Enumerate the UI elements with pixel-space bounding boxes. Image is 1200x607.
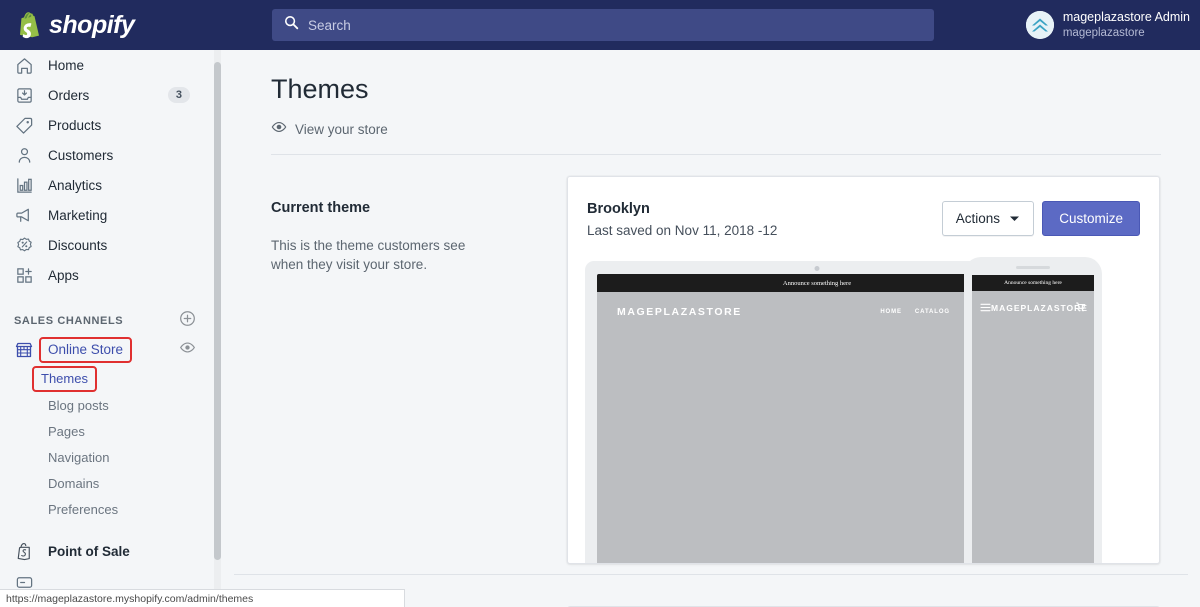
customize-button[interactable]: Customize: [1042, 201, 1140, 236]
user-name: mageplazastore Admin: [1062, 10, 1190, 24]
main-content: Themes View your store Current theme Thi…: [222, 50, 1200, 607]
themes-highlight: Themes: [32, 366, 97, 392]
sidebar: Home Orders 3 Products Customers Analyti…: [0, 50, 218, 607]
sidebar-subitem-label: Preferences: [48, 501, 119, 517]
current-theme-description: This is the theme customers see when the…: [271, 238, 466, 273]
shopify-bag-icon: [14, 541, 34, 561]
megaphone-icon: [14, 205, 34, 225]
preview-nav-home: HOME: [880, 309, 902, 315]
current-theme-card: Brooklyn Last saved on Nov 11, 2018 -12 …: [567, 176, 1160, 564]
sidebar-item-themes[interactable]: Themes: [0, 366, 218, 392]
view-your-store-label: View your store: [295, 122, 388, 137]
header-divider: [271, 154, 1161, 155]
sidebar-item-marketing[interactable]: Marketing: [0, 200, 218, 230]
mobile-preview-screen: Announce something here MAGEPLAZASTORE: [972, 275, 1094, 563]
avatar: [1025, 11, 1054, 39]
sidebar-item-label: Customers: [48, 147, 114, 163]
browser-status-bar: https://mageplazastore.myshopify.com/adm…: [0, 589, 405, 607]
eye-icon: [271, 119, 287, 140]
sidebar-subitem-label: Domains: [48, 475, 100, 491]
top-bar: shopify Search mageplazastore Admin mage…: [0, 0, 1200, 50]
sidebar-subitem-label: Navigation: [48, 449, 110, 465]
sidebar-item-analytics[interactable]: Analytics: [0, 170, 218, 200]
home-icon: [14, 55, 34, 75]
online-store-highlight: Online Store: [38, 337, 133, 363]
sidebar-item-orders[interactable]: Orders 3: [0, 80, 218, 110]
eye-icon[interactable]: [179, 339, 196, 361]
status-bar-url: https://mageplazastore.myshopify.com/adm…: [6, 592, 254, 605]
sidebar-item-customers[interactable]: Customers: [0, 140, 218, 170]
user-store-name: mageplazastore: [1062, 26, 1145, 39]
percent-badge-icon: [14, 235, 34, 255]
sidebar-item-point-of-sale[interactable]: Point of Sale: [0, 534, 218, 568]
phone-speaker-icon: [1016, 266, 1050, 269]
mobile-announcement-bar: Announce something here: [972, 275, 1094, 291]
chevron-down-icon: [1009, 210, 1020, 228]
mobile-site-header: MAGEPLAZASTORE: [972, 291, 1094, 325]
sidebar-item-label: Home: [48, 57, 85, 73]
sidebar-subitem-label: Themes: [41, 371, 88, 386]
sidebar-item-domains[interactable]: Domains: [0, 470, 218, 496]
sidebar-subitem-label: Blog posts: [48, 397, 109, 413]
person-icon: [14, 145, 34, 165]
cart-icon: [1075, 299, 1086, 317]
sidebar-item-label: Analytics: [48, 177, 103, 193]
search-placeholder: Search: [308, 17, 351, 33]
sidebar-item-label: Products: [48, 117, 102, 133]
sidebar-item-label: Apps: [48, 267, 79, 283]
mobile-preview-mockup[interactable]: Announce something here MAGEPLAZASTORE: [964, 257, 1102, 563]
sidebar-item-discounts[interactable]: Discounts: [0, 230, 218, 260]
page-title: Themes: [271, 74, 369, 104]
sidebar-item-home[interactable]: Home: [0, 50, 218, 80]
apps-grid-icon: [14, 265, 34, 285]
sales-channels-title: SALES CHANNELS: [14, 315, 124, 327]
sidebar-item-apps[interactable]: Apps: [0, 260, 218, 290]
sidebar-item-label: Point of Sale: [48, 543, 130, 559]
sidebar-scrollbar-thumb[interactable]: [214, 62, 221, 560]
customize-button-label: Customize: [1059, 211, 1123, 226]
sidebar-item-products[interactable]: Products: [0, 110, 218, 140]
storefront-icon: [14, 340, 34, 360]
sidebar-item-preferences[interactable]: Preferences: [0, 496, 218, 522]
sales-channels-header: SALES CHANNELS: [0, 308, 218, 334]
theme-preview: Announce something here MAGEPLAZASTORE H…: [568, 257, 1159, 563]
orders-inbox-icon: [14, 85, 34, 105]
bar-chart-icon: [14, 175, 34, 195]
sidebar-item-blog-posts[interactable]: Blog posts: [0, 392, 218, 418]
mobile-store-logo: MAGEPLAZASTORE: [991, 303, 1088, 313]
webcam-icon: [814, 266, 820, 271]
search-icon: [284, 15, 299, 35]
orders-badge: 3: [167, 87, 190, 103]
search-input[interactable]: Search: [272, 9, 934, 41]
actions-button[interactable]: Actions: [941, 201, 1034, 236]
sidebar-item-pages[interactable]: Pages: [0, 418, 218, 444]
section-divider: [234, 574, 1188, 575]
sidebar-item-online-store[interactable]: Online Store: [0, 334, 218, 366]
shopify-bag-icon: [18, 11, 42, 39]
shopify-logo[interactable]: shopify: [0, 10, 135, 39]
hamburger-menu-icon: [980, 299, 991, 317]
preview-nav-catalog: CATALOG: [914, 309, 950, 315]
user-menu[interactable]: mageplazastore Admin mageplazastore: [1025, 7, 1190, 43]
preview-store-logo: MAGEPLAZASTORE: [617, 306, 742, 318]
shopify-wordmark: shopify: [49, 10, 135, 39]
tag-icon: [14, 115, 34, 135]
circle-plus-icon[interactable]: [179, 310, 196, 332]
theme-last-saved: Last saved on Nov 11, 2018 -12: [587, 223, 778, 238]
sidebar-item-label: Orders: [48, 87, 90, 103]
sidebar-item-label: Discounts: [48, 237, 108, 253]
sidebar-subitem-label: Pages: [48, 423, 85, 439]
current-theme-heading: Current theme: [271, 200, 371, 216]
sidebar-item-navigation[interactable]: Navigation: [0, 444, 218, 470]
sidebar-item-label: Online Store: [48, 342, 124, 357]
actions-button-label: Actions: [955, 211, 1000, 226]
view-your-store-link[interactable]: View your store: [271, 119, 388, 140]
theme-name: Brooklyn: [587, 201, 650, 217]
sidebar-item-label: Marketing: [48, 207, 108, 223]
